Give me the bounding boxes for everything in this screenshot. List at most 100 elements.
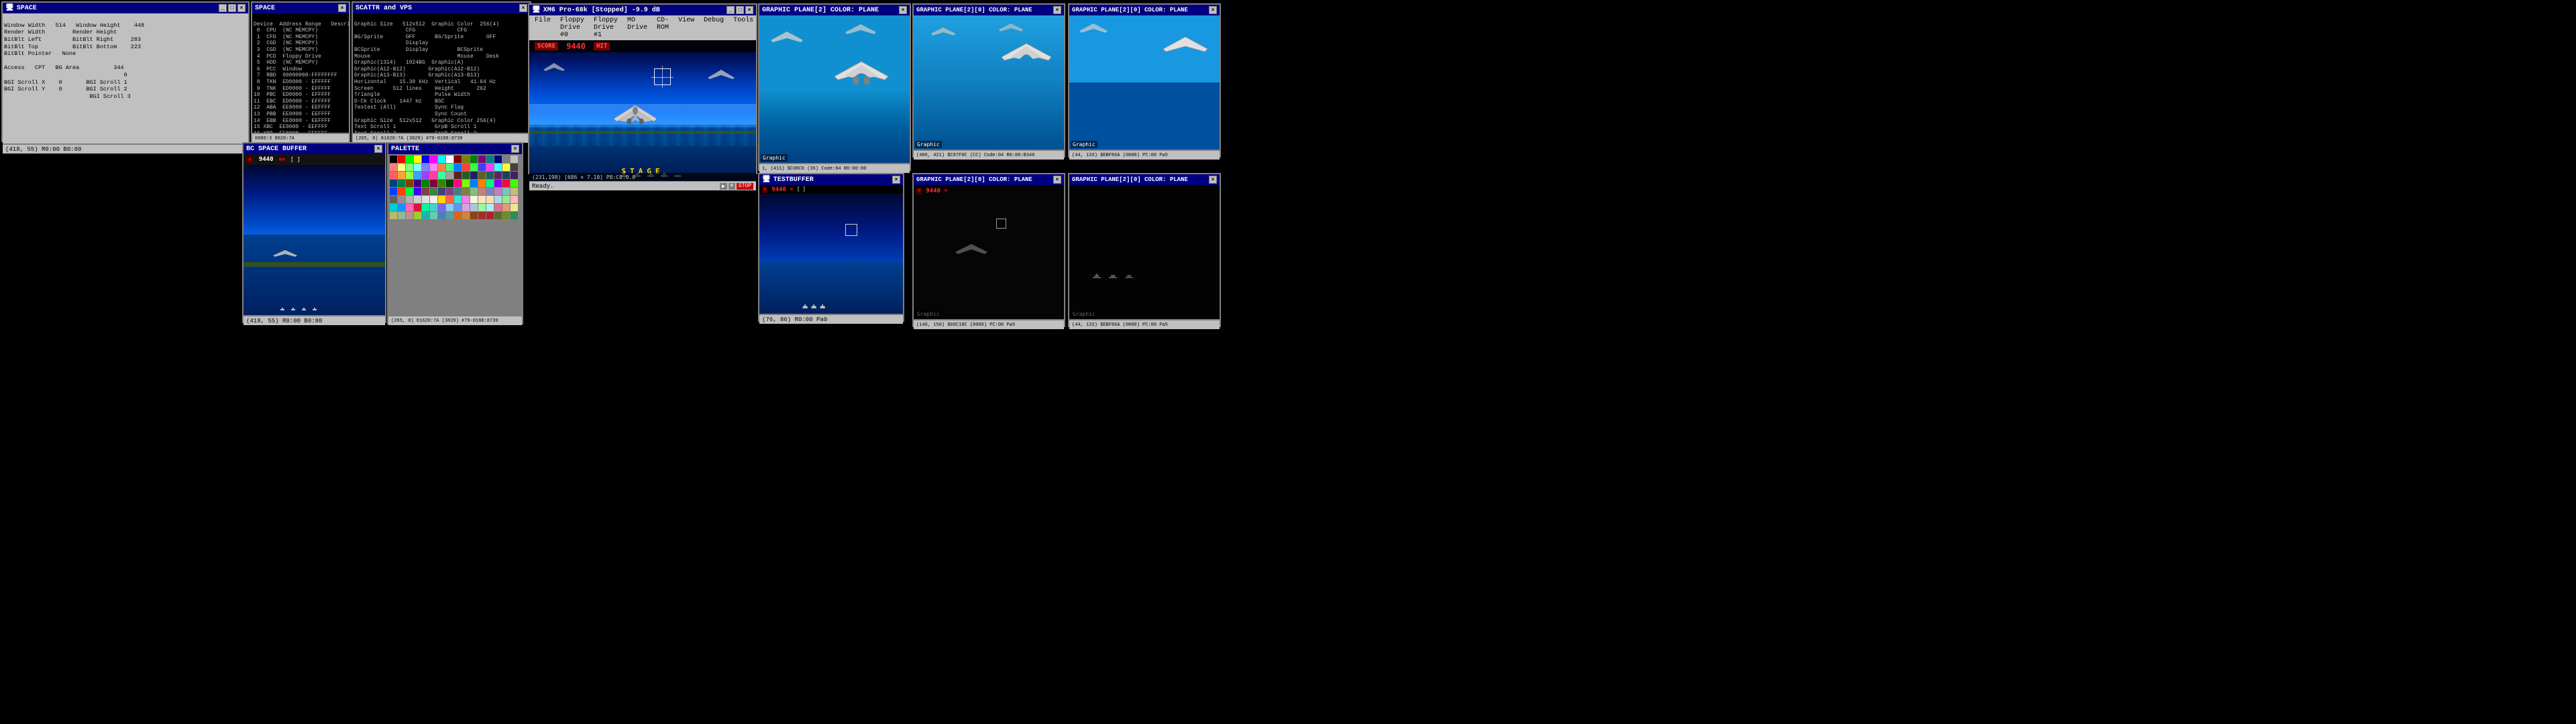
toolbar-btn1[interactable]: ▶ <box>720 183 727 190</box>
palette-color-cell[interactable] <box>462 204 470 211</box>
palette-color-cell[interactable] <box>446 212 453 219</box>
palette-color-cell[interactable] <box>470 156 478 163</box>
palette-color-cell[interactable] <box>462 196 470 203</box>
palette-color-cell[interactable] <box>486 180 494 187</box>
palette-color-cell[interactable] <box>511 196 518 203</box>
palette-color-cell[interactable] <box>478 196 486 203</box>
palette-color-cell[interactable] <box>398 188 405 195</box>
palette-color-cell[interactable] <box>422 212 429 219</box>
palette-color-cell[interactable] <box>494 164 502 171</box>
palette-color-cell[interactable] <box>430 172 437 179</box>
palette-color-cell[interactable] <box>454 212 462 219</box>
palette-color-cell[interactable] <box>406 204 413 211</box>
palette-color-cell[interactable] <box>502 212 510 219</box>
palette-color-cell[interactable] <box>446 164 453 171</box>
main-game-minimize-btn[interactable]: _ <box>727 6 735 14</box>
graphic3-controls[interactable]: × <box>1209 6 1217 14</box>
palette-color-cell[interactable] <box>390 196 397 203</box>
palette-color-cell[interactable] <box>462 164 470 171</box>
palette-color-cell[interactable] <box>398 212 405 219</box>
palette-color-cell[interactable] <box>502 164 510 171</box>
palette-color-cell[interactable] <box>446 204 453 211</box>
small-game1-controls[interactable]: × <box>374 145 382 153</box>
registers-maximize-btn[interactable]: □ <box>228 4 236 12</box>
graphic2-titlebar[interactable]: GRAPHIC PLANE[2][0] COLOR: PLANE × <box>914 5 1064 15</box>
palette-color-cell[interactable] <box>478 156 486 163</box>
menu-view[interactable]: View <box>674 16 698 40</box>
palette-color-cell[interactable] <box>430 188 437 195</box>
palette-color-cell[interactable] <box>511 172 518 179</box>
palette-color-cell[interactable] <box>414 188 421 195</box>
debugger-controls[interactable]: × <box>338 4 346 12</box>
palette-color-cell[interactable] <box>430 156 437 163</box>
palette-color-cell[interactable] <box>494 212 502 219</box>
palette-color-cell[interactable] <box>398 164 405 171</box>
palette-color-cell[interactable] <box>406 156 413 163</box>
palette-color-cell[interactable] <box>406 172 413 179</box>
palette-color-cell[interactable] <box>422 196 429 203</box>
palette-color-cell[interactable] <box>414 164 421 171</box>
menu-cdrom[interactable]: CD-ROM <box>653 16 673 40</box>
palette-color-cell[interactable] <box>430 196 437 203</box>
main-game-maximize-btn[interactable]: □ <box>736 6 744 14</box>
menu-modrive[interactable]: MO Drive <box>623 16 651 40</box>
palette-color-cell[interactable] <box>486 172 494 179</box>
palette-color-cell[interactable] <box>446 180 453 187</box>
palette-color-cell[interactable] <box>478 172 486 179</box>
palette-color-cell[interactable] <box>470 164 478 171</box>
palette-color-cell[interactable] <box>462 212 470 219</box>
graphic5-close-btn[interactable]: × <box>1209 176 1217 184</box>
palette-controls[interactable]: × <box>511 145 519 153</box>
palette-color-cell[interactable] <box>390 156 397 163</box>
registers-controls[interactable]: _ □ × <box>219 4 246 12</box>
graphic4-controls[interactable]: × <box>1053 176 1061 184</box>
scattr-controls[interactable]: × <box>519 4 527 12</box>
graphic5-controls[interactable]: × <box>1209 176 1217 184</box>
palette-color-cell[interactable] <box>430 204 437 211</box>
palette-color-cell[interactable] <box>470 188 478 195</box>
palette-color-cell[interactable] <box>511 156 518 163</box>
palette-color-cell[interactable] <box>511 180 518 187</box>
palette-color-cell[interactable] <box>511 204 518 211</box>
palette-color-cell[interactable] <box>446 188 453 195</box>
palette-color-cell[interactable] <box>390 180 397 187</box>
registers-titlebar[interactable]: 🖥 SPACE _ □ × <box>3 3 248 13</box>
palette-color-cell[interactable] <box>438 164 445 171</box>
palette-color-cell[interactable] <box>486 156 494 163</box>
menu-floppydrive1[interactable]: Floppy Drive #1 <box>590 16 622 40</box>
palette-color-cell[interactable] <box>511 188 518 195</box>
palette-close-btn[interactable]: × <box>511 145 519 153</box>
graphic2-close-btn[interactable]: × <box>1053 6 1061 14</box>
palette-color-cell[interactable] <box>486 212 494 219</box>
main-game-close-btn[interactable]: × <box>745 6 753 14</box>
palette-color-cell[interactable] <box>438 180 445 187</box>
palette-color-cell[interactable] <box>494 196 502 203</box>
palette-color-cell[interactable] <box>454 196 462 203</box>
palette-color-cell[interactable] <box>438 204 445 211</box>
palette-color-cell[interactable] <box>446 172 453 179</box>
palette-color-cell[interactable] <box>430 164 437 171</box>
palette-color-cell[interactable] <box>478 212 486 219</box>
menu-floppydrive0[interactable]: Floppy Drive #0 <box>556 16 588 40</box>
palette-color-cell[interactable] <box>502 204 510 211</box>
palette-color-cell[interactable] <box>390 204 397 211</box>
graphic5-titlebar[interactable]: GRAPHIC PLANE[2][0] COLOR: PLANE × <box>1069 174 1220 185</box>
palette-color-cell[interactable] <box>502 196 510 203</box>
palette-color-cell[interactable] <box>478 164 486 171</box>
main-game-titlebar[interactable]: 🖥 XM6 Pro-68k [Stopped] -9.9 dB _ □ × <box>529 5 756 15</box>
testbuffer-titlebar[interactable]: 🖥 TESTBUFFER × <box>759 174 903 185</box>
palette-color-cell[interactable] <box>414 180 421 187</box>
palette-color-cell[interactable] <box>478 188 486 195</box>
menu-tools[interactable]: Tools <box>729 16 757 40</box>
palette-color-cell[interactable] <box>462 156 470 163</box>
palette-color-cell[interactable] <box>414 212 421 219</box>
testbuffer-close-btn[interactable]: × <box>892 176 900 184</box>
menu-file[interactable]: File <box>531 16 555 40</box>
toolbar-btn2[interactable]: ⏸ <box>729 183 735 190</box>
graphic1-close-btn[interactable]: × <box>899 6 907 14</box>
palette-color-cell[interactable] <box>430 212 437 219</box>
palette-color-cell[interactable] <box>398 180 405 187</box>
palette-color-cell[interactable] <box>486 188 494 195</box>
palette-color-cell[interactable] <box>446 156 453 163</box>
palette-color-cell[interactable] <box>462 180 470 187</box>
